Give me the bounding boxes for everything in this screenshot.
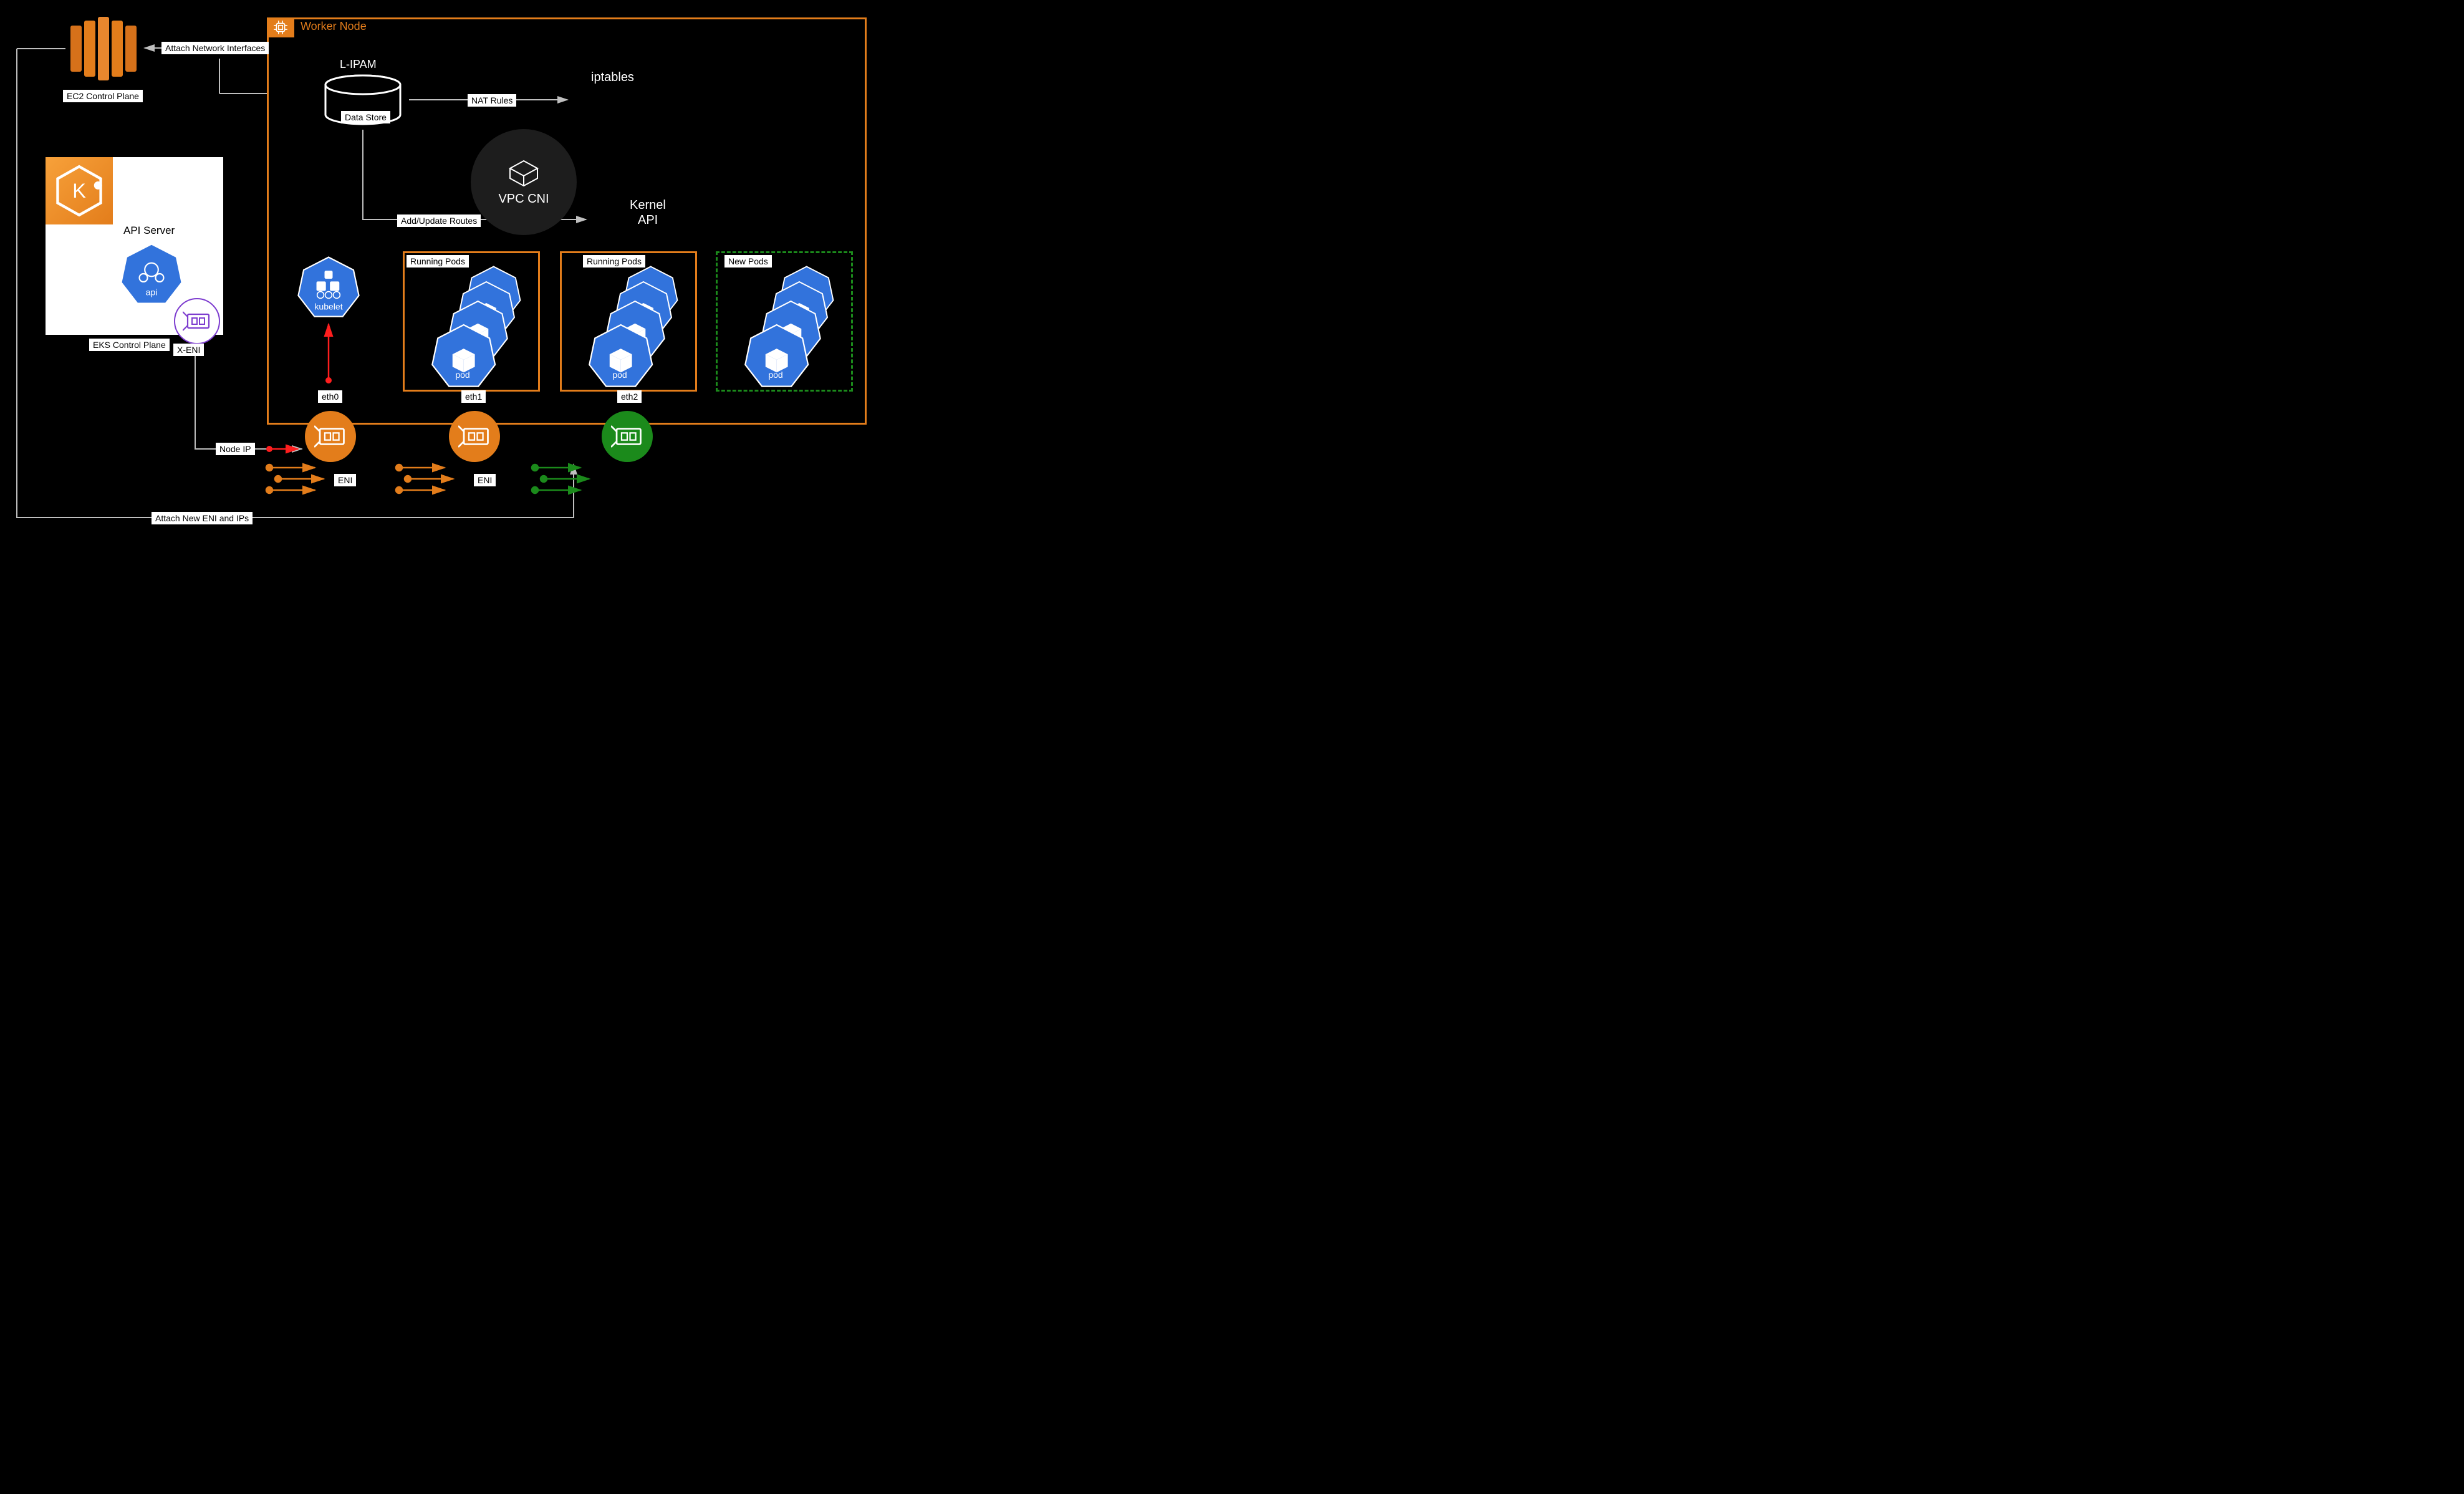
api-server-label: API Server xyxy=(123,224,175,237)
kubelet-heptagon: kubelet xyxy=(295,253,362,320)
worker-node-tab xyxy=(267,17,294,37)
attach-eni-label: Attach Network Interfaces xyxy=(161,42,269,54)
lipam-sub: Data Store xyxy=(341,111,390,123)
xeni-circle xyxy=(174,298,220,344)
eth0-label: eth0 xyxy=(318,390,342,403)
svg-text:pod: pod xyxy=(455,370,469,380)
svg-text:pod: pod xyxy=(612,370,627,380)
xeni-label: X-ENI xyxy=(173,344,204,356)
running-pods-2-label: Running Pods xyxy=(583,255,645,267)
pod-stack-3: pod xyxy=(732,261,850,388)
eks-control-plane-label: EKS Control Plane xyxy=(89,339,170,351)
eni-icon xyxy=(183,311,211,332)
kernel-label: Kernel xyxy=(630,198,666,213)
pod-stack-1: pod xyxy=(419,261,537,388)
ec2-control-plane-label: EC2 Control Plane xyxy=(63,90,143,102)
pod-stack-2: pod xyxy=(576,261,695,388)
eks-icon: K xyxy=(46,157,113,224)
eth1-label: eth1 xyxy=(461,390,486,403)
eni-label-1: ENI xyxy=(334,474,356,486)
diagram-stage: Worker Node EC2 Control Plane Attach Net… xyxy=(0,0,873,542)
eks-badge: K xyxy=(46,157,113,224)
cube-icon xyxy=(505,158,542,190)
new-pods-label: New Pods xyxy=(724,255,772,267)
node-ip-label: Node IP xyxy=(216,443,255,455)
kernel-api-label: API xyxy=(638,213,658,228)
attach-new-label: Attach New ENI and IPs xyxy=(152,512,253,524)
ec2-control-plane-icon xyxy=(65,16,140,90)
vpc-cni-circle: VPC CNI xyxy=(471,129,577,235)
iptables-label: iptables xyxy=(591,70,634,85)
svg-text:pod: pod xyxy=(768,370,782,380)
eni-eth0 xyxy=(305,411,356,462)
eni-eth1 xyxy=(449,411,500,462)
svg-text:K: K xyxy=(72,180,86,202)
chip-icon xyxy=(272,19,289,36)
eth2-label: eth2 xyxy=(617,390,642,403)
vpc-cni-label: VPC CNI xyxy=(498,192,549,206)
api-heptagon: api xyxy=(118,240,185,307)
add-routes-label: Add/Update Routes xyxy=(397,214,481,227)
kubelet-label: kubelet xyxy=(314,302,342,312)
api-label: api xyxy=(146,287,158,297)
running-pods-1-label: Running Pods xyxy=(407,255,469,267)
eni-label-2: ENI xyxy=(474,474,496,486)
nat-rules-label: NAT Rules xyxy=(468,94,516,107)
eni-eth2 xyxy=(602,411,653,462)
lipam-title: L-IPAM xyxy=(340,58,377,71)
worker-node-label: Worker Node xyxy=(301,20,367,33)
